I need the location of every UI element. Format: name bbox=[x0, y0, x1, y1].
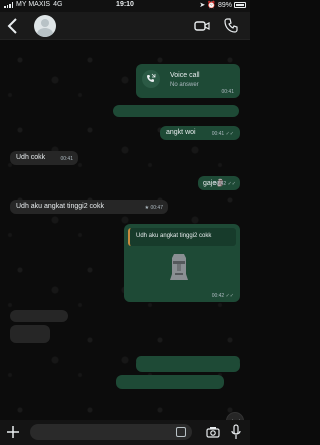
back-arrow-icon[interactable] bbox=[6, 17, 20, 35]
message-bubble[interactable] bbox=[10, 310, 68, 322]
message-time: 00:41 bbox=[221, 89, 234, 95]
voice-call-status: No answer bbox=[170, 82, 199, 88]
message-time: 00:42 bbox=[213, 181, 227, 187]
message-bubble[interactable]: angkt woi 00:41 ✓✓ bbox=[160, 126, 240, 140]
moai-icon bbox=[170, 254, 188, 280]
read-ticks-icon: ✓✓ bbox=[225, 131, 234, 137]
message-bubble[interactable]: Udh cokk 00:41 bbox=[10, 151, 78, 165]
message-bubble[interactable] bbox=[10, 325, 50, 343]
message-text: Udh cokk bbox=[16, 154, 46, 161]
message-bubble[interactable] bbox=[136, 358, 240, 372]
voice-call-message[interactable]: Voice call No answer 00:41 bbox=[136, 64, 240, 98]
message-time: 00:47 bbox=[150, 205, 163, 211]
message-time-row: 00:42 ✓✓ bbox=[214, 181, 236, 187]
camera-icon[interactable] bbox=[206, 426, 220, 438]
message-time-row: 00:41 ✓✓ bbox=[212, 131, 234, 137]
message-bubble[interactable]: gaje🗿 00:42 ✓✓ bbox=[198, 176, 240, 190]
battery-icon bbox=[234, 2, 246, 8]
message-time: 00:41 bbox=[211, 131, 225, 137]
avatar-body bbox=[37, 28, 53, 37]
chat-area[interactable]: Voice call No answer 00:41 angkt woi 00:… bbox=[0, 40, 250, 420]
read-ticks-icon: ✓✓ bbox=[225, 293, 234, 299]
video-call-icon[interactable] bbox=[194, 20, 210, 32]
read-ticks-icon: ✓✓ bbox=[227, 181, 236, 187]
missed-call-icon bbox=[142, 70, 160, 88]
star-icon: ★ bbox=[144, 205, 150, 211]
sticker-icon[interactable] bbox=[176, 427, 186, 437]
battery-percent: 89% bbox=[217, 1, 232, 9]
plus-icon[interactable] bbox=[6, 425, 20, 439]
avatar-head bbox=[41, 19, 49, 27]
quoted-message[interactable]: Udh aku angkat tinggi2 cokk bbox=[128, 228, 236, 246]
status-right: ➤ ⏰ 89% bbox=[199, 1, 246, 9]
quoted-sticker-message[interactable]: Udh aku angkat tinggi2 cokk 00:42 ✓✓ bbox=[124, 224, 240, 302]
message-time-row: 00:42 ✓✓ bbox=[212, 293, 234, 299]
composer-bar bbox=[0, 420, 250, 445]
message-bubble[interactable]: Udh aku angkat tinggi2 cokk ★ 00:47 bbox=[10, 200, 168, 214]
alarm-icon: ⏰ bbox=[207, 2, 216, 9]
mic-icon[interactable] bbox=[231, 424, 241, 440]
status-bar: MY MAXIS 4G 19:10 ➤ ⏰ 89% bbox=[0, 0, 250, 12]
avatar[interactable] bbox=[34, 15, 56, 37]
message-time: 00:41 bbox=[60, 156, 73, 162]
message-time: 00:42 bbox=[211, 293, 225, 299]
message-bubble[interactable] bbox=[116, 375, 224, 389]
message-input[interactable] bbox=[30, 424, 192, 440]
message-text: angkt woi bbox=[166, 129, 196, 136]
message-time-row: ★ 00:47 bbox=[145, 205, 163, 211]
voice-call-title: Voice call bbox=[170, 72, 200, 79]
phone-icon[interactable] bbox=[224, 18, 238, 33]
chat-header bbox=[0, 12, 250, 40]
chevron-down-icon bbox=[232, 419, 240, 420]
scroll-down-button[interactable] bbox=[226, 412, 244, 420]
message-bubble[interactable] bbox=[113, 105, 239, 117]
message-text: Udh aku angkat tinggi2 cokk bbox=[16, 203, 104, 210]
quoted-text: Udh aku angkat tinggi2 cokk bbox=[136, 233, 212, 239]
location-icon: ➤ bbox=[199, 2, 206, 9]
